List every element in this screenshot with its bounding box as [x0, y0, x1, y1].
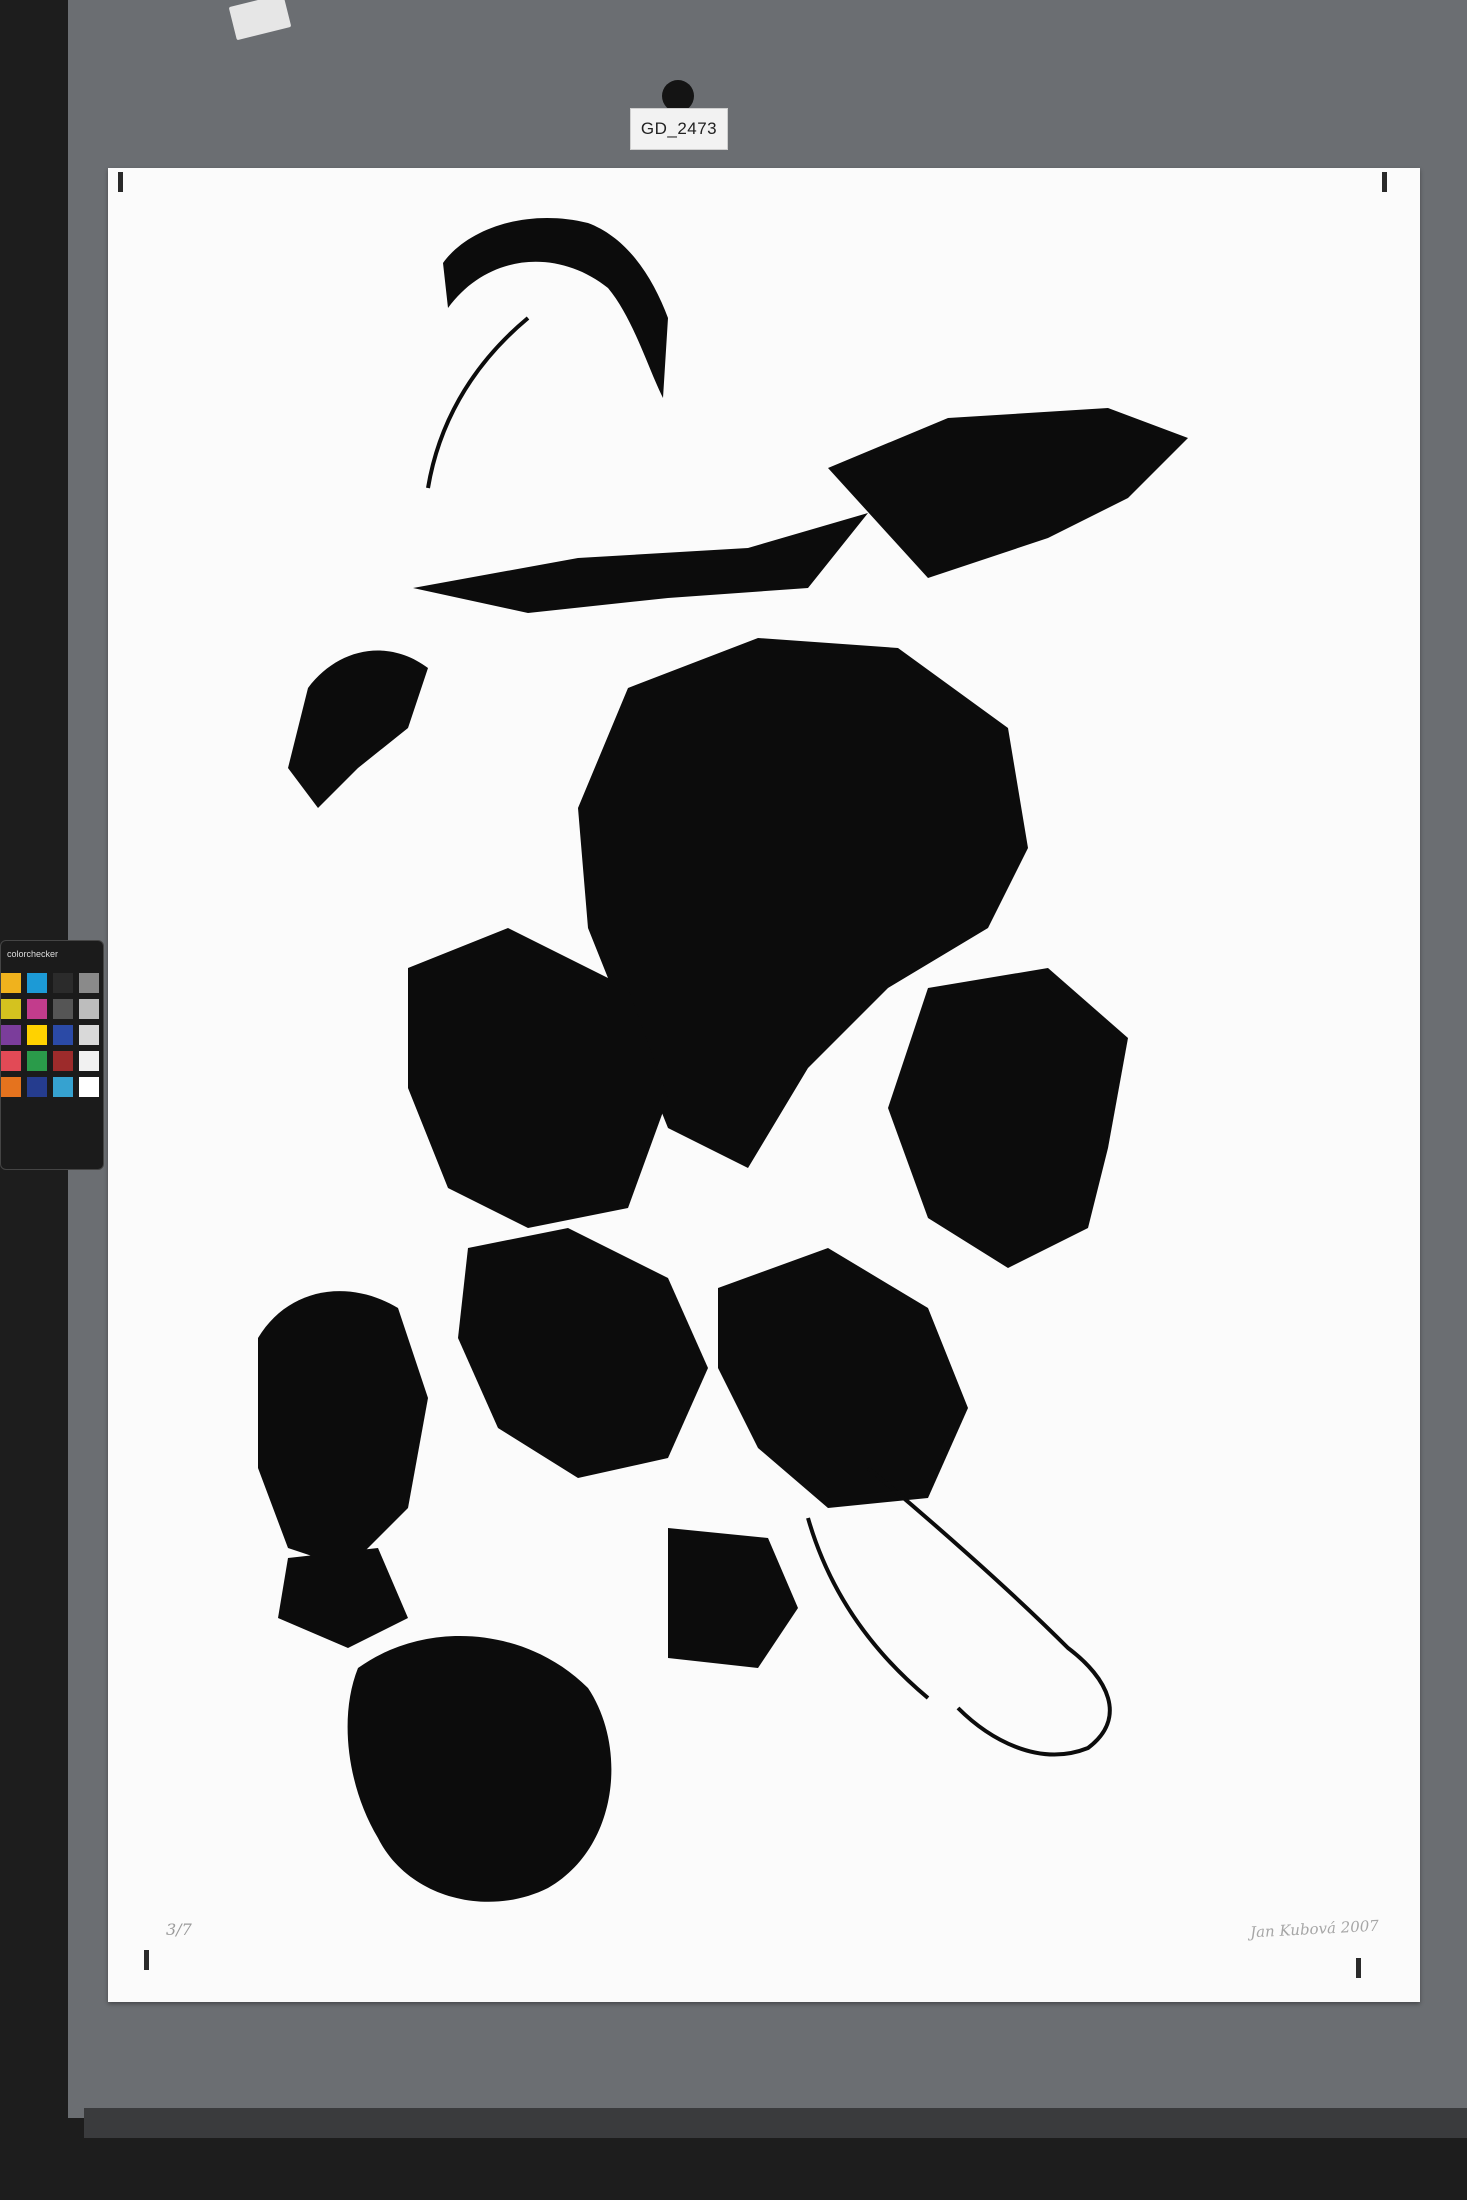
color-patch: [27, 1077, 47, 1097]
ink-figure-artwork: [258, 217, 1188, 1902]
color-checker-brand: colorchecker: [7, 949, 59, 959]
edition-number: 3/7: [166, 1920, 192, 1939]
color-patch: [53, 1077, 73, 1097]
board-edge: [84, 2108, 1467, 2138]
color-patch: [79, 1077, 99, 1097]
color-patch: [27, 999, 47, 1019]
color-checker-card: colorchecker: [0, 940, 104, 1170]
color-patch: [27, 1051, 47, 1071]
color-patch: [79, 1025, 99, 1045]
color-patch: [1, 1077, 21, 1097]
color-patch: [53, 999, 73, 1019]
color-patch: [1, 999, 21, 1019]
color-patch: [53, 1025, 73, 1045]
color-patch: [79, 1051, 99, 1071]
color-patch: [1, 973, 21, 993]
color-patch: [53, 1051, 73, 1071]
catalog-label: GD_2473: [630, 108, 728, 150]
color-patch: [1, 1025, 21, 1045]
color-patch: [27, 973, 47, 993]
color-patch: [53, 973, 73, 993]
color-patch: [79, 973, 99, 993]
color-patch: [79, 999, 99, 1019]
color-patch: [1, 1051, 21, 1071]
color-patch-grid: [1, 973, 99, 1097]
color-patch: [27, 1025, 47, 1045]
